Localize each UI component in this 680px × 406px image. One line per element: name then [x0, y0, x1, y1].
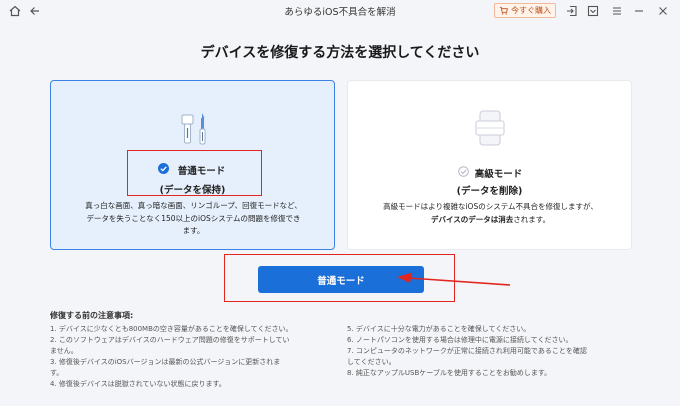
cart-icon: [499, 6, 508, 15]
description-line: ます。: [182, 226, 205, 235]
minimize-icon[interactable]: [632, 4, 646, 18]
notes-left-column: 1. デバイスに少なくとも800MBの空き容量があることを確保してください。 2…: [50, 324, 340, 390]
description-line: 高級モードはより複雑なiOSのシステム不具合を修復しますが、: [383, 202, 598, 211]
description-tail: されます。: [513, 214, 551, 224]
advanced-repair-icon: [475, 110, 505, 146]
description-line: データを失うことなく150以上のiOSシステムの問題を修復でき: [86, 213, 301, 223]
notes-title: 修復する前の注意事項:: [50, 311, 134, 320]
advanced-mode-title: 高級モード: [474, 169, 523, 180]
feedback-icon[interactable]: [586, 4, 600, 18]
repair-tools-icon: [181, 113, 206, 145]
note-item: してください。: [347, 358, 396, 366]
notes-right-column: 5. デバイスに十分な電力があることを確保してください。 6. ノートパソコンを…: [347, 324, 647, 379]
note-item: す。: [50, 369, 64, 377]
note-item: 3. 修復後デバイスのiOSバージョンは最新の公式バージョンに更新されま: [50, 358, 281, 366]
advanced-mode-card[interactable]: 高級モード (データを削除) 高級モードはより複雑なiOSのシステム不具合を修復…: [347, 80, 632, 250]
standard-mode-description: 真っ白な画面、真っ暗な画面、リンゴループ、回復モードなど、 データを失うことなく…: [63, 200, 324, 238]
note-item: 5. デバイスに十分な電力があることを確保してください。: [347, 325, 531, 333]
close-icon[interactable]: [656, 4, 670, 18]
description-line: 真っ白な画面、真っ暗な画面、リンゴループ、回復モードなど、: [85, 201, 302, 210]
menu-icon[interactable]: [610, 4, 624, 18]
note-item: 6. ノートパソコンを使用する場合は修理中に電源に接続してください。: [347, 336, 573, 344]
note-item: 1. デバイスに少なくとも800MBの空き容量があることを確保してください。: [50, 325, 293, 333]
highlight-box-mode: [127, 150, 262, 196]
advanced-mode-subtitle: (データを削除): [456, 186, 523, 197]
data-erased-warning: デバイスのデータは消去: [430, 214, 514, 224]
description-line: デバイスのデータは消去されます。: [360, 214, 621, 227]
annotation-arrow: [397, 272, 511, 286]
note-item: 8. 純正なアップルUSBケーブルを使用することをお勧めします。: [347, 369, 552, 377]
note-item: 2. このソフトウェアはデバイスのハードウェア問題の修復をサポートしてい: [50, 336, 290, 344]
title-bar: あらゆるiOS不具合を解消 今すぐ購入: [0, 0, 680, 22]
page-heading: デバイスを修復する方法を選択してください: [200, 45, 480, 61]
buy-now-label: 今すぐ購入: [511, 6, 551, 15]
buy-now-button[interactable]: 今すぐ購入: [494, 3, 556, 18]
sign-in-icon[interactable]: [565, 4, 579, 18]
note-item: 4. 修復後デバイスは脱獄されていない状態に戻ります。: [50, 380, 226, 388]
advanced-mode-description: 高級モードはより複雑なiOSのシステム不具合を修復しますが、 デバイスのデータは…: [360, 201, 621, 226]
note-item: 7. コンピュータのネットワークが正常に接続され利用可能であることを確認: [347, 347, 587, 355]
note-item: ません。: [50, 347, 78, 355]
